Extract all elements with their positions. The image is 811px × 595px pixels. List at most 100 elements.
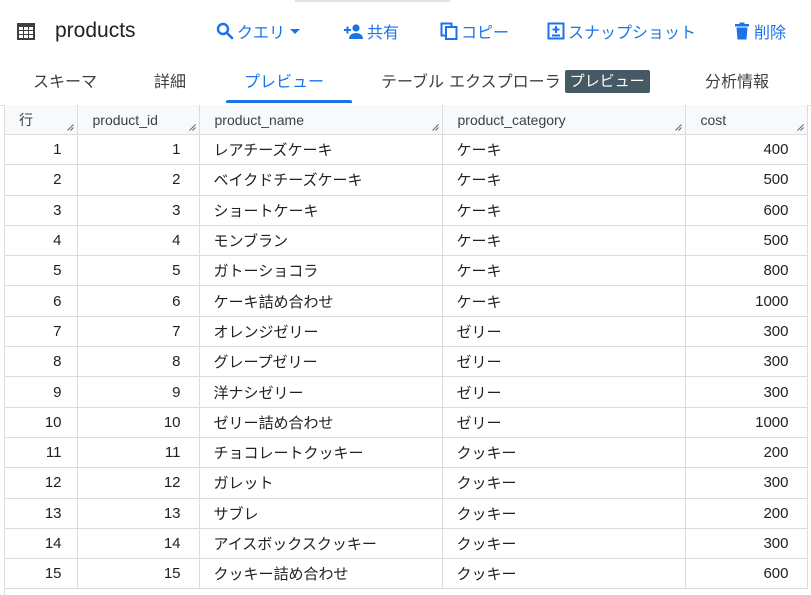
product-id-cell[interactable]: 4 [77,225,200,257]
resize-handle-icon[interactable] [66,124,74,131]
cost-cell[interactable]: 200 [685,437,808,469]
row-number-cell[interactable]: 14 [5,528,78,560]
column-header-product-id[interactable]: product_id [77,105,200,135]
row-number-cell[interactable]: 8 [5,346,78,378]
product-id-cell[interactable]: 10 [77,407,200,438]
product-name-cell[interactable]: ケーキ詰め合わせ [199,285,443,317]
product-id-cell[interactable]: 1 [77,134,200,166]
row-number-cell[interactable]: 10 [5,407,78,438]
cost-cell[interactable]: 1000 [685,285,808,317]
product-id-cell[interactable]: 12 [77,467,200,499]
cost-cell[interactable]: 1000 [685,407,808,438]
cost-cell[interactable]: 500 [685,164,808,196]
row-number-cell[interactable]: 15 [5,558,78,590]
product-category-cell[interactable]: ゼリー [442,346,686,378]
table-row[interactable]: 3 3 ショートケーキ ケーキ 600 [5,195,808,226]
product-name-cell[interactable]: グレープゼリー [199,346,443,378]
product-name-cell[interactable]: レアチーズケーキ [199,134,443,166]
row-number-cell[interactable]: 12 [5,467,78,499]
row-number-cell[interactable]: 4 [5,225,78,257]
cost-cell[interactable]: 300 [685,346,808,378]
product-id-cell[interactable]: 3 [77,195,200,226]
product-id-cell[interactable]: 6 [77,285,200,317]
column-header-cost[interactable]: cost [685,105,808,135]
product-category-cell[interactable]: ケーキ [442,164,686,196]
cost-cell[interactable]: 400 [685,134,808,166]
product-id-cell[interactable]: 2 [77,164,200,196]
product-category-cell[interactable]: ケーキ [442,134,686,166]
resize-handle-icon[interactable] [796,124,804,131]
table-row[interactable]: 10 10 ゼリー詰め合わせ ゼリー 1000 [5,407,808,438]
product-category-cell[interactable]: ゼリー [442,407,686,438]
product-id-cell[interactable]: 5 [77,255,200,287]
product-id-cell[interactable]: 7 [77,316,200,348]
product-name-cell[interactable]: モンブラン [199,225,443,257]
product-category-cell[interactable]: クッキー [442,437,686,469]
table-row[interactable]: 15 15 クッキー詰め合わせ クッキー 600 [5,558,808,590]
product-id-cell[interactable]: 8 [77,346,200,378]
resize-handle-icon[interactable] [188,124,196,131]
row-number-cell[interactable]: 9 [5,376,78,408]
table-row[interactable]: 9 9 洋ナシゼリー ゼリー 300 [5,376,808,408]
row-number-cell[interactable]: 1 [5,134,78,166]
share-button[interactable]: 共有 [344,19,399,43]
cost-cell[interactable]: 200 [685,498,808,529]
row-number-cell[interactable]: 6 [5,285,78,317]
cost-cell[interactable]: 800 [685,255,808,287]
product-category-cell[interactable]: ケーキ [442,285,686,317]
product-name-cell[interactable]: 洋ナシゼリー [199,376,443,408]
delete-button[interactable]: 削除 [734,19,786,43]
table-row[interactable]: 7 7 オレンジゼリー ゼリー 300 [5,316,808,348]
product-name-cell[interactable]: クッキー詰め合わせ [199,558,443,590]
query-button[interactable]: クエリ [216,19,301,43]
row-number-cell[interactable]: 3 [5,195,78,226]
product-id-cell[interactable]: 11 [77,437,200,469]
product-category-cell[interactable]: ケーキ [442,255,686,287]
cost-cell[interactable]: 600 [685,195,808,226]
cost-cell[interactable]: 600 [685,558,808,590]
column-header-product-category[interactable]: product_category [442,105,686,135]
tab-insights[interactable]: 分析情報 [705,62,769,104]
tab-details[interactable]: 詳細 [154,62,186,104]
product-name-cell[interactable]: ショートケーキ [199,195,443,226]
row-number-cell[interactable]: 11 [5,437,78,469]
column-header-product-name[interactable]: product_name [199,105,443,135]
cost-cell[interactable]: 300 [685,376,808,408]
tab-preview[interactable]: プレビュー [244,62,324,104]
row-number-cell[interactable]: 5 [5,255,78,287]
product-name-cell[interactable]: サブレ [199,498,443,529]
table-row[interactable]: 14 14 アイスボックスクッキー クッキー 300 [5,528,808,560]
row-number-cell[interactable]: 13 [5,498,78,529]
table-row[interactable]: 4 4 モンブラン ケーキ 500 [5,225,808,257]
table-row[interactable]: 2 2 ベイクドチーズケーキ ケーキ 500 [5,164,808,196]
product-name-cell[interactable]: チョコレートクッキー [199,437,443,469]
product-id-cell[interactable]: 9 [77,376,200,408]
product-category-cell[interactable]: ケーキ [442,225,686,257]
row-number-cell[interactable]: 2 [5,164,78,196]
product-category-cell[interactable]: クッキー [442,528,686,560]
table-row[interactable]: 13 13 サブレ クッキー 200 [5,498,808,529]
product-category-cell[interactable]: クッキー [442,558,686,590]
table-row[interactable]: 8 8 グレープゼリー ゼリー 300 [5,346,808,378]
product-category-cell[interactable]: クッキー [442,467,686,499]
product-name-cell[interactable]: オレンジゼリー [199,316,443,348]
snapshot-button[interactable]: スナップショット [547,19,696,43]
product-name-cell[interactable]: ゼリー詰め合わせ [199,407,443,438]
product-id-cell[interactable]: 14 [77,528,200,560]
resize-handle-icon[interactable] [431,124,439,131]
resize-handle-icon[interactable] [674,124,682,131]
cost-cell[interactable]: 300 [685,316,808,348]
product-name-cell[interactable]: ガトーショコラ [199,255,443,287]
cost-cell[interactable]: 300 [685,467,808,499]
table-row[interactable]: 1 1 レアチーズケーキ ケーキ 400 [5,134,808,166]
product-name-cell[interactable]: ガレット [199,467,443,499]
tab-schema[interactable]: スキーマ [33,62,97,104]
cost-cell[interactable]: 300 [685,528,808,560]
table-row[interactable]: 12 12 ガレット クッキー 300 [5,467,808,499]
table-row[interactable]: 5 5 ガトーショコラ ケーキ 800 [5,255,808,287]
tab-table-explorer[interactable]: テーブル エクスプローラ プレビュー [381,62,650,104]
product-category-cell[interactable]: クッキー [442,498,686,529]
row-number-cell[interactable]: 7 [5,316,78,348]
product-category-cell[interactable]: ゼリー [442,316,686,348]
product-name-cell[interactable]: アイスボックスクッキー [199,528,443,560]
